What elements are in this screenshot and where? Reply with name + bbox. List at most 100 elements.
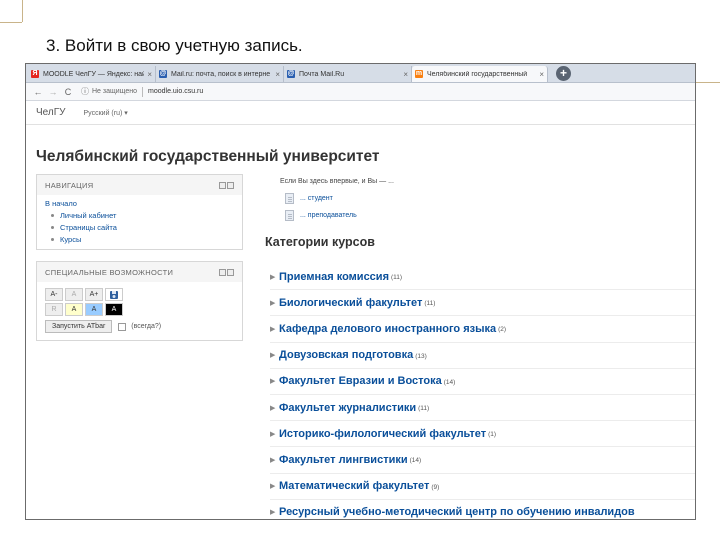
slide-accent-line [696,82,720,83]
expand-arrow-icon[interactable]: ▶ [270,508,279,516]
category-link[interactable]: Факультет журналистики [279,402,416,414]
welcome-text: Если Вы здесь впервые, и Вы — ... [280,178,394,185]
language-menu[interactable]: Русский (ru) ▾ [84,109,128,117]
info-icon[interactable]: ⓘ [81,86,89,97]
favicon-icon: @ [159,70,167,78]
nav-item-label[interactable]: Личный кабинет [60,211,116,220]
reload-icon[interactable]: C [62,87,74,97]
tab-title: Mail.ru: почта, поиск в интерне [171,70,271,78]
category-count: (14) [409,457,422,465]
block-controls [219,181,234,189]
nav-home-link[interactable]: В начало [45,199,234,208]
nav-item[interactable]: Личный кабинет [51,211,234,220]
category-item[interactable]: ▶ Биологический факультет (11) [270,290,695,317]
accessibility-option-button[interactable]: R [45,303,63,316]
block-header: СПЕЦИАЛЬНЫЕ ВОЗМОЖНОСТИ [37,262,242,282]
expand-arrow-icon[interactable]: ▶ [270,325,279,333]
block-content: В начало Личный кабинет Страницы сайта Кур… [37,195,242,249]
collapse-icon[interactable] [227,181,234,189]
role-label[interactable]: ... преподаватель [300,212,357,219]
nav-item[interactable]: Курсы [51,235,234,244]
bullet-icon [51,226,54,229]
expand-arrow-icon[interactable]: ▶ [270,482,279,490]
expand-arrow-icon[interactable]: ▶ [270,351,279,359]
forward-icon[interactable]: → [47,87,59,97]
always-label: (всегда?) [131,323,162,330]
navigation-block: НАВИГАЦИЯ В начало Личный кабинет Страниц… [36,174,243,250]
dock-icon[interactable] [219,268,226,276]
address-bar: ← → C ⓘ Не защищено moodle.uio.csu.ru [26,83,695,101]
expand-arrow-icon[interactable]: ▶ [270,430,279,438]
category-link[interactable]: Ресурсный учебно-методический центр по о… [279,506,635,518]
bullet-icon [51,238,54,241]
site-brand-link[interactable]: ЧелГУ [36,107,66,118]
category-item[interactable]: ▶ Факультет лингвистики (14) [270,447,695,474]
role-link-teacher[interactable]: ... преподаватель [285,210,357,221]
expand-arrow-icon[interactable]: ▶ [270,377,279,385]
category-item[interactable]: ▶ Довузовская подготовка (13) [270,343,695,369]
category-count: (13) [415,352,427,360]
collapse-icon[interactable] [227,268,234,276]
always-checkbox[interactable] [118,322,127,331]
browser-tab[interactable]: @ Mail.ru: почта, поиск в интерне × [156,66,284,82]
block-title: СПЕЦИАЛЬНЫЕ ВОЗМОЖНОСТИ [45,267,174,277]
category-count: (2) [498,326,507,334]
corner-line-vertical [22,0,23,22]
category-link[interactable]: Математический факультет [279,480,429,492]
category-list: ▶ Приемная комиссия (11) ▶ Биологический фак… [270,264,695,519]
role-label[interactable]: ... студент [300,195,333,202]
close-icon[interactable]: × [275,70,280,79]
nav-item-label[interactable]: Страницы сайта [60,223,117,232]
category-count: (14) [443,378,456,386]
role-link-student[interactable]: ... студент [285,193,333,204]
expand-arrow-icon[interactable]: ▶ [270,273,279,281]
category-item[interactable]: ▶ Кафедра делового иностранного языка (2) [270,316,695,343]
close-icon[interactable]: × [539,70,544,79]
accessibility-option-button[interactable]: A [65,288,83,301]
accessibility-option-button[interactable]: A [105,303,123,316]
category-item[interactable]: ▶ Приемная комиссия (11) [270,264,695,291]
nav-item-label[interactable]: Курсы [60,235,81,244]
category-count: (1) [488,431,497,439]
category-link[interactable]: Факультет Евразии и Востока [279,375,442,387]
tab-title: Челябинский государственный [427,70,528,78]
block-title: НАВИГАЦИЯ [45,180,94,190]
category-link[interactable]: Биологический факультет [279,297,422,309]
back-icon[interactable]: ← [32,87,44,97]
category-item[interactable]: ▶ Факультет Евразии и Востока (14) [270,369,695,395]
nav-item[interactable]: Страницы сайта [51,223,234,232]
atbar-button[interactable]: Запустить ATbar [45,320,113,333]
atbar-row: Запустить ATbar (всегда?) [45,320,234,333]
security-status[interactable]: Не защищено [92,88,137,95]
expand-arrow-icon[interactable]: ▶ [270,404,279,412]
browser-tab[interactable]: @ Почта Mail.Ru × [284,66,412,82]
tab-title: Почта Mail.Ru [299,70,345,78]
accessibility-option-button[interactable]: A- [45,288,63,301]
browser-tab[interactable]: m Челябинский государственный × [412,66,548,82]
category-link[interactable]: Кафедра делового иностранного языка [279,323,496,335]
category-link[interactable]: Довузовская подготовка [279,349,413,361]
category-link[interactable]: Факультет лингвистики [279,454,408,466]
expand-arrow-icon[interactable]: ▶ [270,456,279,464]
new-tab-button[interactable]: + [556,66,571,81]
dock-icon[interactable] [219,181,226,189]
save-icon[interactable] [105,288,123,301]
bullet-icon [51,214,54,217]
category-item[interactable]: ▶ Факультет журналистики (11) [270,395,695,422]
accessibility-option-button[interactable]: A+ [85,288,103,301]
expand-arrow-icon[interactable]: ▶ [270,299,279,307]
accessibility-option-button[interactable]: A [85,303,103,316]
category-item[interactable]: ▶ Математический факультет (9) [270,474,695,500]
category-item[interactable]: ▶ Ресурсный учебно-методический центр по … [270,500,695,519]
accessibility-option-button[interactable]: A [65,303,83,316]
category-count: (11) [390,274,403,282]
category-item[interactable]: ▶ Историко-филологический факультет (1) [270,421,695,448]
category-link[interactable]: Историко-филологический факультет [279,428,486,440]
corner-line-horizontal [0,22,22,23]
url-field[interactable]: moodle.uio.csu.ru [148,88,203,95]
close-icon[interactable]: × [147,70,152,79]
close-icon[interactable]: × [403,70,408,79]
browser-tab[interactable]: Я MOODLE ЧелГУ — Яндекс: най × [28,66,156,82]
category-link[interactable]: Приемная комиссия [279,271,389,283]
favicon-icon: Я [31,70,39,78]
